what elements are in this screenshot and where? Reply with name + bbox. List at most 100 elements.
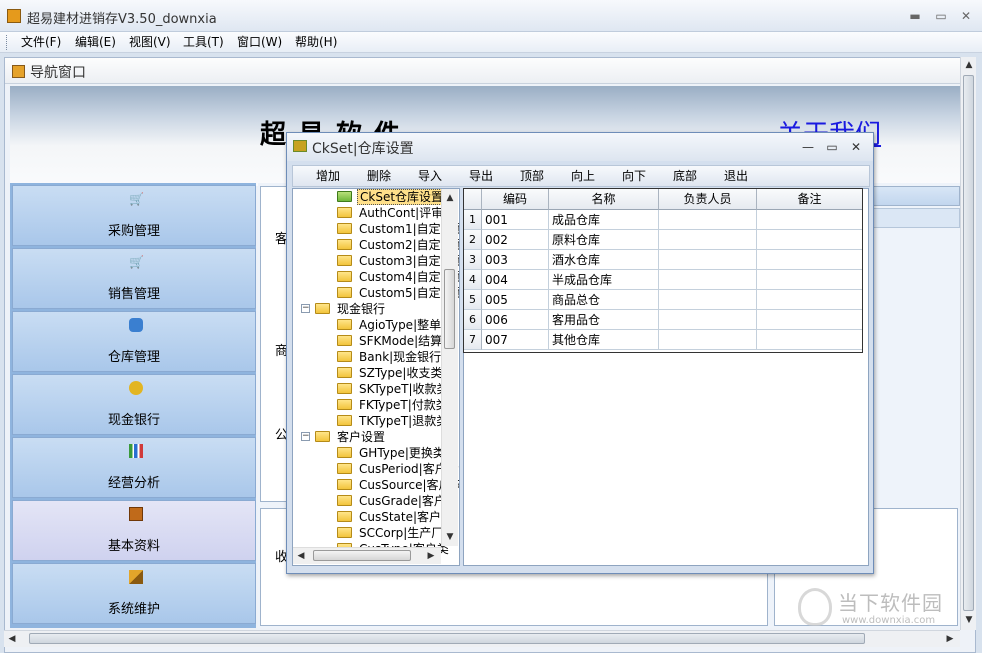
main-vertical-scroll-thumb[interactable]: [963, 75, 974, 611]
table-cell[interactable]: [659, 230, 757, 250]
tree-node[interactable]: SKTypeT|收款类: [293, 381, 449, 397]
move-down-button[interactable]: 向下: [622, 168, 646, 184]
row-number[interactable]: 2: [464, 230, 482, 250]
tree-node[interactable]: Bank|现金银行: [293, 349, 441, 365]
tree-node[interactable]: TKTypeT|退款类: [293, 413, 448, 429]
tree-node[interactable]: AuthCont|评审设: [293, 205, 455, 221]
row-number[interactable]: 7: [464, 330, 482, 350]
tree-node[interactable]: AgioType|整单折: [293, 317, 453, 333]
table-cell[interactable]: [757, 250, 862, 270]
table-cell[interactable]: 001: [482, 210, 549, 230]
table-cell[interactable]: 成品仓库: [549, 210, 659, 230]
sidebar-item-analysis[interactable]: 经营分析: [12, 437, 256, 498]
tree-node-group[interactable]: − 现金银行: [293, 301, 441, 317]
delete-button[interactable]: 删除: [367, 168, 391, 184]
menu-view[interactable]: 视图(V): [129, 34, 171, 51]
table-cell[interactable]: [659, 290, 757, 310]
exit-button[interactable]: 退出: [724, 168, 748, 184]
tree-node[interactable]: SZType|收支类别: [293, 365, 454, 381]
tree-node[interactable]: GHType|更换类型: [293, 445, 457, 461]
sidebar-item-purchase[interactable]: 🛒 采购管理: [12, 185, 256, 246]
maximize-button[interactable]: ▭: [930, 7, 952, 25]
table-cell[interactable]: 006: [482, 310, 549, 330]
column-header[interactable]: 名称: [549, 189, 659, 210]
scroll-left-icon[interactable]: ◀: [4, 631, 20, 647]
table-cell[interactable]: [757, 330, 862, 350]
table-cell[interactable]: 004: [482, 270, 549, 290]
tree-node[interactable]: CusSource|客户来: [293, 477, 459, 493]
menu-tools[interactable]: 工具(T): [183, 34, 224, 51]
table-cell[interactable]: 003: [482, 250, 549, 270]
tree-node-group[interactable]: − 客户设置: [293, 429, 441, 445]
menu-edit[interactable]: 编辑(E): [75, 34, 116, 51]
scroll-right-icon[interactable]: ▶: [942, 631, 958, 647]
row-number[interactable]: 4: [464, 270, 482, 290]
export-button[interactable]: 导出: [469, 168, 493, 184]
tree-node[interactable]: Custom4|自定义项: [293, 269, 459, 285]
row-number[interactable]: 6: [464, 310, 482, 330]
table-cell[interactable]: 原料仓库: [549, 230, 659, 250]
table-cell[interactable]: 005: [482, 290, 549, 310]
tree-horizontal-scrollbar[interactable]: ◀ ▶: [293, 547, 441, 564]
table-cell[interactable]: [659, 330, 757, 350]
tree-node[interactable]: CusState|客户状: [293, 509, 453, 525]
table-cell[interactable]: 007: [482, 330, 549, 350]
row-number[interactable]: 1: [464, 210, 482, 230]
tree-node[interactable]: CusGrade|客户等: [293, 493, 458, 509]
table-cell[interactable]: [757, 290, 862, 310]
tree-vertical-scroll-thumb[interactable]: [444, 269, 455, 349]
tree-node[interactable]: SCCorp|生产厂家: [293, 525, 455, 541]
tree-horizontal-scroll-thumb[interactable]: [313, 550, 411, 561]
collapse-icon[interactable]: −: [301, 432, 310, 441]
column-header[interactable]: 备注: [757, 189, 862, 210]
column-header[interactable]: 负责人员: [659, 189, 757, 210]
table-cell[interactable]: [659, 210, 757, 230]
tree-node[interactable]: CusPeriod|客户阶: [293, 461, 459, 477]
table-cell[interactable]: 002: [482, 230, 549, 250]
main-horizontal-scroll-thumb[interactable]: [29, 633, 865, 644]
table-cell[interactable]: 客用品仓: [549, 310, 659, 330]
minimize-button[interactable]: ▬: [904, 7, 926, 25]
import-button[interactable]: 导入: [418, 168, 442, 184]
table-cell[interactable]: [659, 270, 757, 290]
sidebar-item-maintenance[interactable]: 系统维护: [12, 563, 256, 624]
top-button[interactable]: 顶部: [520, 168, 544, 184]
menu-window[interactable]: 窗口(W): [237, 34, 282, 51]
sidebar-item-cash-bank[interactable]: 现金银行: [12, 374, 256, 435]
tree-vertical-scrollbar[interactable]: ▲ ▼: [441, 189, 458, 546]
menu-file[interactable]: 文件(F): [21, 34, 61, 51]
tree-node[interactable]: SFKMode|结算方: [293, 333, 454, 349]
menu-help[interactable]: 帮助(H): [295, 34, 337, 51]
tree-scroll-left-icon[interactable]: ◀: [293, 548, 309, 564]
column-header[interactable]: 编码: [482, 189, 549, 210]
tree-node[interactable]: Custom5|自定义项: [293, 285, 459, 301]
tree-node[interactable]: FKTypeT|付款类: [293, 397, 448, 413]
table-cell[interactable]: 其他仓库: [549, 330, 659, 350]
tree-node[interactable]: Custom2|自定义项: [293, 237, 459, 253]
main-horizontal-scrollbar[interactable]: ◀ ▶: [4, 630, 960, 647]
scroll-up-icon[interactable]: ▲: [961, 57, 977, 73]
sidebar-item-warehouse[interactable]: 仓库管理: [12, 311, 256, 372]
table-cell[interactable]: 商品总仓: [549, 290, 659, 310]
table-cell[interactable]: [757, 230, 862, 250]
table-cell[interactable]: [757, 210, 862, 230]
dialog-minimize-button[interactable]: —: [799, 139, 817, 155]
table-cell[interactable]: 半成品仓库: [549, 270, 659, 290]
main-vertical-scrollbar[interactable]: ▲ ▼: [960, 57, 976, 630]
move-up-button[interactable]: 向上: [571, 168, 595, 184]
table-cell[interactable]: 酒水仓库: [549, 250, 659, 270]
table-cell[interactable]: [659, 310, 757, 330]
tree-scroll-down-icon[interactable]: ▼: [442, 529, 458, 545]
tree-node[interactable]: Custom3|自定义项: [293, 253, 459, 269]
bottom-button[interactable]: 底部: [673, 168, 697, 184]
row-number[interactable]: 5: [464, 290, 482, 310]
table-cell[interactable]: [757, 310, 862, 330]
tree-node[interactable]: CkSet仓库设置: [293, 189, 447, 205]
add-button[interactable]: 增加: [316, 168, 340, 184]
dialog-close-button[interactable]: ✕: [847, 139, 865, 155]
table-cell[interactable]: [757, 270, 862, 290]
sidebar-item-basic-data[interactable]: 基本资料: [12, 500, 256, 561]
collapse-icon[interactable]: −: [301, 304, 310, 313]
tree-node[interactable]: Custom1|自定义项: [293, 221, 459, 237]
row-number[interactable]: 3: [464, 250, 482, 270]
